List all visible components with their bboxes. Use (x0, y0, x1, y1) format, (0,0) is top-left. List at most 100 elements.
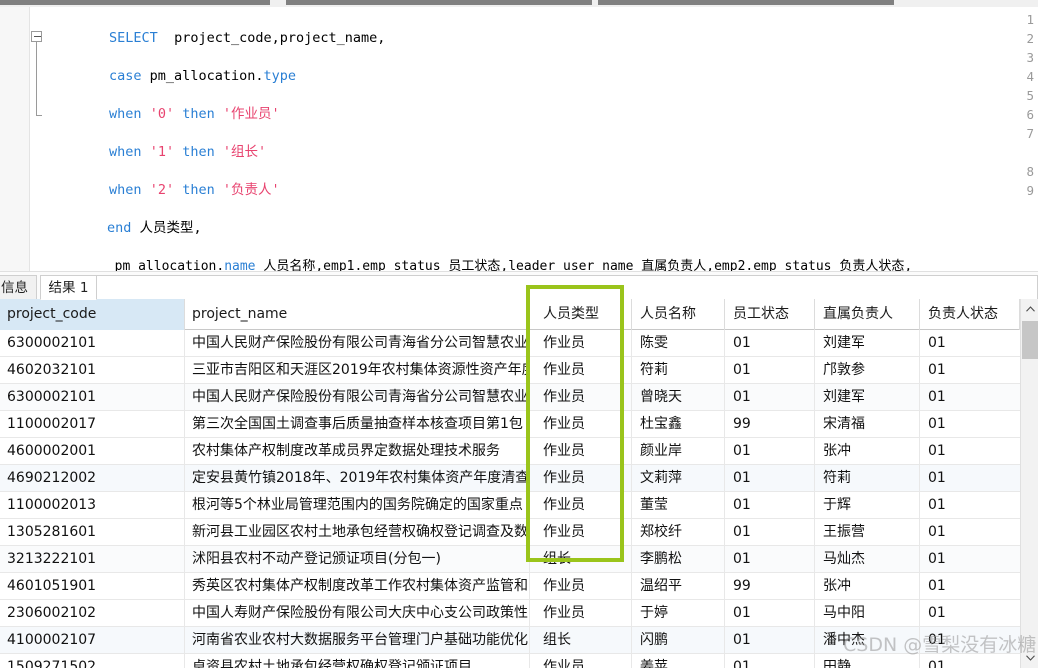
cell-emp-status: 01 (725, 627, 815, 654)
toolbar-strip (0, 0, 1038, 7)
line-number-gutter (0, 7, 30, 271)
cell-project-name: 第三次全国国土调查事后质量抽查样本核查项目第1包 (185, 411, 530, 438)
cell-project-name: 中国人民财产保险股份有限公司青海省分公司智慧农业 (185, 330, 530, 357)
cell-leader-name: 张冲 (815, 573, 920, 600)
scroll-up-arrow-icon[interactable] (1021, 300, 1038, 318)
cell-person-name: 曾晓天 (632, 384, 725, 411)
cell-project-name: 河南省农业农村大数据服务平台管理门户基础功能优化 (185, 627, 530, 654)
sql-keyword-when: when (109, 182, 142, 198)
column-header-yuangongzhuangtai[interactable]: 员工状态 (725, 299, 815, 330)
cell-person-name: 文莉萍 (632, 465, 725, 492)
cell-leader-name: 马灿杰 (815, 546, 920, 573)
cell-leader-status: 01 (928, 443, 946, 459)
cell-leader-status: 01 (928, 362, 946, 378)
results-vertical-scrollbar[interactable] (1020, 299, 1038, 668)
cell-project-code: 4601051901 (0, 573, 185, 600)
cell-emp-status: 01 (725, 546, 815, 573)
cell-leader-status: 01 (928, 551, 946, 567)
column-header-zhishufuzeren[interactable]: 直属负责人 (815, 299, 920, 330)
cell-person-name: 陈雯 (632, 330, 725, 357)
cell-project-name: 沭阳县农村不动产登记颁证项目(分包一) (185, 546, 530, 573)
cell-emp-status: 99 (725, 411, 815, 438)
column-header-project-name[interactable]: project_name (185, 299, 530, 330)
cell-person-type: 作业员 (530, 411, 632, 438)
column-header-fuzerenzhuangtai[interactable]: 负责人状态 (920, 299, 1020, 330)
cell-project-code: 1305281601 (0, 519, 185, 546)
table-row[interactable]: 4602032101 三亚市吉阳区和天涯区2019年农村集体资源性资产年度 作业… (0, 357, 1020, 384)
cell-leader-name: 宋清福 (815, 411, 920, 438)
table-row[interactable]: 2306002102 中国人寿财产保险股份有限公司大庆中心支公司政策性 作业员 … (0, 600, 1020, 627)
sql-keyword-when: when (109, 144, 142, 160)
cell-person-type: 作业员 (530, 438, 632, 465)
cell-leader-status: 01 (928, 632, 946, 648)
table-row[interactable]: 4600002001 农村集体产权制度改革成员界定数据处理技术服务 作业员 颜业… (0, 438, 1020, 465)
code-line-2: case pm_allocation.type (30, 48, 1038, 84)
cell-person-name: 温绍平 (632, 573, 725, 600)
cell-person-type: 组长 (530, 546, 632, 573)
table-row[interactable]: 1100002013 根河等5个林业局管理范围内的国务院确定的国家重点 作业员 … (0, 492, 1020, 519)
table-row[interactable]: 1305281601 新河县工业园区农村土地承包经营权确权登记调查及数 作业员 … (0, 519, 1020, 546)
results-grid[interactable]: project_code project_name 人员类型 人员名称 员工状态… (0, 299, 1038, 668)
table-row[interactable]: 4601051901 秀英区农村集体产权制度改革工作农村集体资产监管和 作业员 … (0, 573, 1020, 600)
sql-literal-0: '0' (149, 106, 175, 122)
cell-project-code: 6300002101 (0, 384, 185, 411)
code-text-area[interactable]: SELECT project_code,project_name, case p… (30, 7, 1038, 388)
cell-leader-name: 符莉 (815, 465, 920, 492)
table-row[interactable]: 1509271502 卓资县农村土地承包经营权确权登记颁证项目 作业员 姜苹 0… (0, 654, 1020, 668)
cell-person-name: 于婷 (632, 600, 725, 627)
scrollbar-thumb[interactable] (1022, 321, 1038, 359)
cell-person-type: 作业员 (530, 357, 632, 384)
cell-project-code: 1100002013 (0, 492, 185, 519)
cell-project-code: 4600002001 (0, 438, 185, 465)
sql-client-window: 1 2 3 4 5 6 7 8 9 SELECT project_code,pr… (0, 0, 1038, 668)
cell-leader-status: 01 (928, 605, 946, 621)
cell-person-name: 杜宝鑫 (632, 411, 725, 438)
sql-keyword-then: then (182, 144, 215, 160)
table-row[interactable]: 4690212002 定安县黄竹镇2018年、2019年农村集体资产年度清查 作… (0, 465, 1020, 492)
column-header-renyuanleixing[interactable]: 人员类型 (530, 299, 632, 330)
tab-info[interactable]: 信息 (0, 275, 37, 300)
sql-table-ref: pm_allocation. (141, 68, 264, 84)
toolbar-chunk-1 (0, 0, 270, 5)
scroll-down-arrow-icon[interactable] (1021, 649, 1038, 667)
cell-project-name: 农村集体产权制度改革成员界定数据处理技术服务 (185, 438, 530, 465)
cell-emp-status: 01 (725, 384, 815, 411)
cell-person-name: 姜苹 (632, 654, 725, 668)
cell-person-type: 组长 (530, 627, 632, 654)
cell-project-name: 定安县黄竹镇2018年、2019年农村集体资产年度清查 (185, 465, 530, 492)
cell-project-code: 4690212002 (0, 465, 185, 492)
results-tabbar: 信息 结果 1 (0, 271, 1038, 300)
sql-literal-1: '1' (149, 144, 175, 160)
table-row[interactable]: 1100002017 第三次全国国土调查事后质量抽查样本核查项目第1包 作业员 … (0, 411, 1020, 438)
cell-project-code: 3213222101 (0, 546, 185, 573)
cell-person-type: 作业员 (530, 654, 632, 668)
table-row[interactable]: 4100002107 河南省农业农村大数据服务平台管理门户基础功能优化 组长 闪… (0, 627, 1020, 654)
cell-project-name: 中国人寿财产保险股份有限公司大庆中心支公司政策性 (185, 600, 530, 627)
sql-literal-zuoyeyuan: '作业员' (222, 106, 280, 122)
code-line-6: end 人员类型, (30, 200, 1038, 236)
cell-project-name: 中国人民财产保险股份有限公司青海省分公司智慧农业 (185, 384, 530, 411)
column-header-renyuanmingcheng[interactable]: 人员名称 (632, 299, 725, 330)
sql-columns: project_code,project_name, (174, 30, 386, 46)
sql-keyword-case: case (109, 68, 142, 84)
cell-person-type: 作业员 (530, 465, 632, 492)
code-line-7: pm_allocation.name 人员名称,emp1.emp_status … (30, 238, 1038, 274)
sql-editor[interactable]: 1 2 3 4 5 6 7 8 9 SELECT project_code,pr… (0, 7, 1038, 388)
cell-person-name: 郑校纤 (632, 519, 725, 546)
cell-leader-name: 刘建军 (815, 384, 920, 411)
table-row[interactable]: 6300002101 中国人民财产保险股份有限公司青海省分公司智慧农业 作业员 … (0, 330, 1020, 357)
cell-leader-name: 邝敦参 (815, 357, 920, 384)
table-row[interactable]: 3213222101 沭阳县农村不动产登记颁证项目(分包一) 组长 李鹏松 01… (0, 546, 1020, 573)
sql-literal-fuzeren: '负责人' (222, 182, 280, 198)
cell-leader-status: 01 (928, 416, 946, 432)
cell-person-name: 董莹 (632, 492, 725, 519)
cell-project-name: 三亚市吉阳区和天涯区2019年农村集体资源性资产年度 (185, 357, 530, 384)
cell-emp-status: 01 (725, 654, 815, 668)
column-header-project-code[interactable]: project_code (0, 299, 185, 330)
tab-result-1[interactable]: 结果 1 (40, 275, 97, 300)
code-line-3: when '0' then '作业员' (30, 86, 1038, 122)
cell-project-code: 4602032101 (0, 357, 185, 384)
table-row[interactable]: 6300002101 中国人民财产保险股份有限公司青海省分公司智慧农业 作业员 … (0, 384, 1020, 411)
toolbar-chunk-3 (598, 0, 894, 5)
